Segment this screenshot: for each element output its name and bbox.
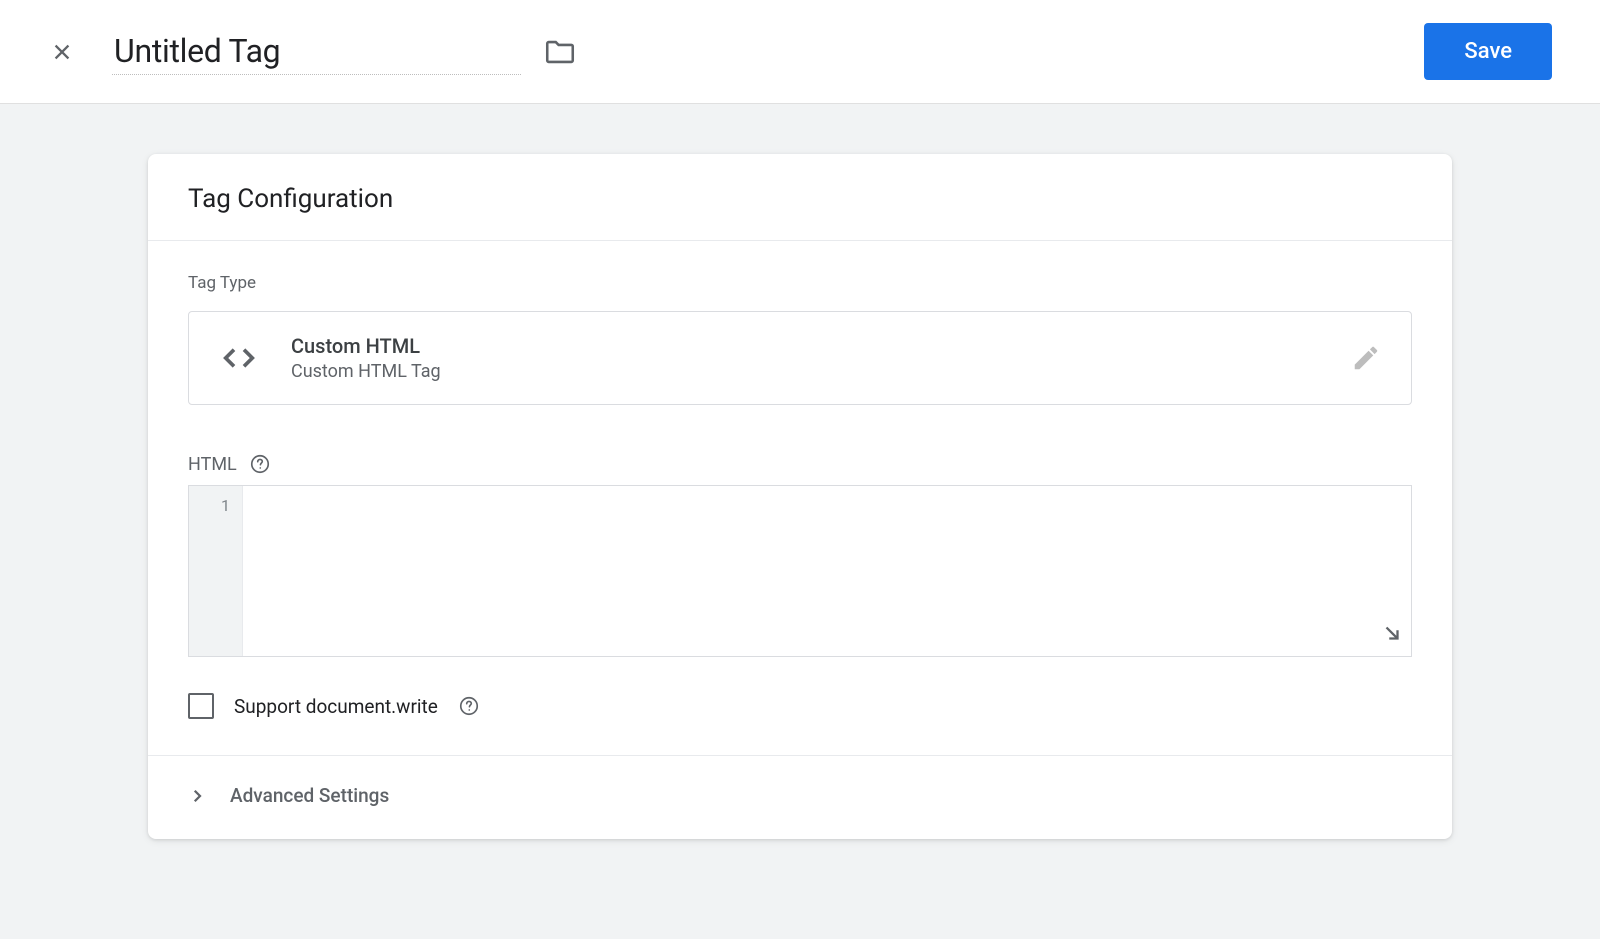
tag-type-label: Tag Type — [188, 273, 1412, 293]
document-write-checkbox[interactable] — [188, 693, 214, 719]
code-icon — [219, 338, 259, 378]
tag-type-selector[interactable]: Custom HTML Custom HTML Tag — [188, 311, 1412, 405]
page-header: Save — [0, 0, 1600, 104]
close-icon — [51, 41, 73, 63]
tag-type-text: Custom HTML Custom HTML Tag — [291, 334, 1351, 382]
tag-configuration-card: Tag Configuration Tag Type Custom HTML C… — [148, 154, 1452, 839]
help-icon — [458, 695, 480, 717]
folder-icon — [543, 35, 577, 69]
html-code-editor[interactable]: 1 — [188, 485, 1412, 657]
tag-type-section: Tag Type Custom HTML Custom HTML Tag — [148, 241, 1452, 657]
html-help-button[interactable] — [249, 453, 271, 475]
resize-icon — [1381, 622, 1403, 644]
resize-handle[interactable] — [1381, 622, 1403, 648]
html-label-row: HTML — [188, 453, 1412, 475]
advanced-settings-label: Advanced Settings — [230, 784, 389, 807]
tag-type-name: Custom HTML — [291, 334, 1351, 358]
card-title: Tag Configuration — [188, 184, 1412, 214]
card-header: Tag Configuration — [148, 154, 1452, 241]
advanced-settings-toggle[interactable]: Advanced Settings — [148, 756, 1452, 839]
content-area: Tag Configuration Tag Type Custom HTML C… — [0, 104, 1600, 839]
document-write-help-button[interactable] — [458, 695, 480, 717]
chevron-right-icon — [188, 787, 206, 805]
code-textarea[interactable] — [243, 486, 1411, 656]
document-write-label: Support document.write — [234, 695, 438, 718]
save-button[interactable]: Save — [1424, 23, 1552, 80]
code-gutter: 1 — [189, 486, 243, 656]
tag-type-description: Custom HTML Tag — [291, 361, 1351, 382]
html-label: HTML — [188, 454, 237, 475]
line-number: 1 — [201, 496, 230, 515]
edit-icon — [1351, 343, 1381, 373]
help-icon — [249, 453, 271, 475]
folder-button[interactable] — [543, 35, 577, 69]
close-button[interactable] — [48, 38, 76, 66]
document-write-row: Support document.write — [148, 657, 1452, 756]
tag-title-input[interactable] — [112, 28, 521, 75]
